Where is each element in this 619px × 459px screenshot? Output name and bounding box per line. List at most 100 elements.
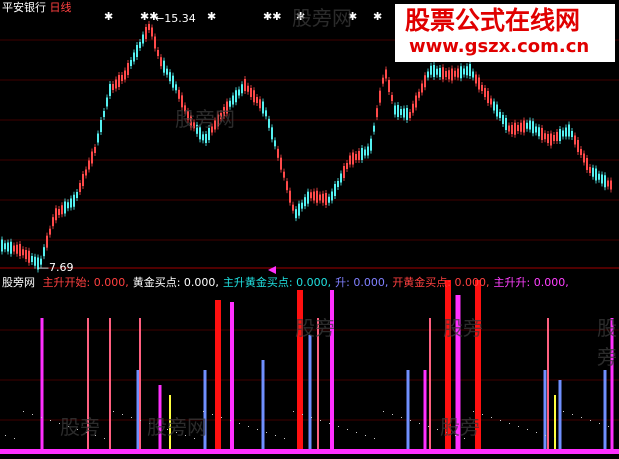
candle-body [103, 111, 105, 117]
indicator-dot [122, 414, 123, 415]
indicator-bar [139, 318, 141, 452]
candle-body [61, 205, 63, 215]
candle-body [4, 243, 6, 250]
indicator-dot [32, 414, 33, 415]
indicator-item: 主升黄金买点: 0.000, [222, 276, 332, 289]
candle-body [22, 249, 24, 256]
candle-body [376, 108, 378, 118]
candle-body [166, 68, 168, 75]
indicator-dot [14, 438, 15, 439]
indicator-bar [40, 318, 44, 452]
candle-body [160, 57, 162, 67]
candle-body [430, 65, 432, 75]
candle-body [484, 88, 486, 97]
indicator-dot [275, 435, 276, 436]
candle-body [133, 52, 135, 62]
candle-body [145, 27, 147, 39]
candle-body [100, 120, 102, 132]
candle-body [73, 194, 75, 207]
indicator-dot [113, 411, 114, 412]
indicator-dot [284, 438, 285, 439]
candle-body [112, 84, 114, 90]
candle-body [52, 217, 54, 227]
indicator-dot [608, 426, 609, 427]
high-price-label: ←15.34 [155, 12, 196, 25]
candle-body [253, 90, 255, 103]
candle-body [460, 66, 462, 79]
indicator-dot [338, 426, 339, 427]
candle-body [295, 209, 297, 219]
stock-title: 平安银行 日线 [2, 2, 72, 14]
candle-body [532, 121, 534, 134]
indicator-dot [572, 414, 573, 415]
candle-body [64, 201, 66, 214]
indicator-bar [308, 335, 312, 452]
banner-title: 股票公式在线网 [405, 6, 581, 35]
candle-body [574, 135, 576, 145]
candle-body [418, 91, 420, 98]
indicator-dot [320, 420, 321, 421]
candle-body [235, 90, 237, 103]
indicator-dot [392, 414, 393, 415]
candle-body [130, 60, 132, 66]
candle-body [55, 208, 57, 221]
chart-canvas[interactable] [0, 0, 619, 459]
candle-body [358, 151, 360, 160]
indicator-dot [410, 420, 411, 421]
indicator-bar [261, 360, 265, 452]
candle-body [406, 108, 408, 120]
indicator-dot [536, 432, 537, 433]
candle-body [313, 191, 315, 201]
indicator-name: 股旁网 [2, 276, 35, 289]
candle-body [361, 148, 363, 160]
indicator-dot [140, 420, 141, 421]
candle-body [241, 84, 243, 94]
indicator-bar [109, 318, 111, 452]
indicator-bar [547, 318, 549, 452]
candle-body [316, 190, 318, 203]
indicator-item: 升: 0.000, [335, 276, 389, 289]
indicator-bar [429, 318, 431, 452]
watermark: 股旁网 [147, 415, 207, 439]
candle-body [445, 71, 447, 77]
candle-body [439, 68, 441, 77]
candle-body [544, 133, 546, 140]
candle-body [481, 85, 483, 91]
indicator-dot [329, 423, 330, 424]
candle-body [292, 204, 294, 211]
indicator-item: 主升升: 0.000, [493, 276, 569, 289]
signal-star-icon: ✱ [104, 10, 114, 23]
candle-body [475, 74, 477, 84]
candle-body [478, 77, 480, 90]
candle-body [43, 247, 45, 257]
indicator-dot [482, 414, 483, 415]
indicator-dot [230, 420, 231, 421]
candle-body [523, 120, 525, 133]
watermark: 股旁 [597, 316, 617, 369]
candle-body [433, 65, 435, 77]
candle-body [148, 24, 150, 30]
indicator-dot [527, 429, 528, 430]
indicator-dot [248, 426, 249, 427]
signal-star-icon: ✱✱ [263, 10, 282, 23]
candle-body [463, 68, 465, 75]
candle-body [598, 173, 600, 180]
candle-body [1, 239, 3, 252]
candle-body [280, 157, 282, 170]
indicator-item: 主升开始: 0.000, [42, 276, 129, 289]
candle-body [301, 202, 303, 209]
indicator-dot [23, 411, 24, 412]
candle-body [436, 68, 438, 75]
candle-body [118, 75, 120, 87]
candle-body [367, 146, 369, 156]
candle-body [250, 88, 252, 97]
candle-body [175, 84, 177, 91]
candle-body [520, 122, 522, 132]
indicator-dot [293, 411, 294, 412]
stock-name: 平安银行 [2, 1, 46, 14]
watermark: 股旁网 [175, 107, 235, 131]
candle-body [127, 63, 129, 75]
candle-body [442, 67, 444, 80]
indicator-bar [215, 300, 221, 452]
banner-url: www.gszx.com.cn [409, 36, 590, 57]
